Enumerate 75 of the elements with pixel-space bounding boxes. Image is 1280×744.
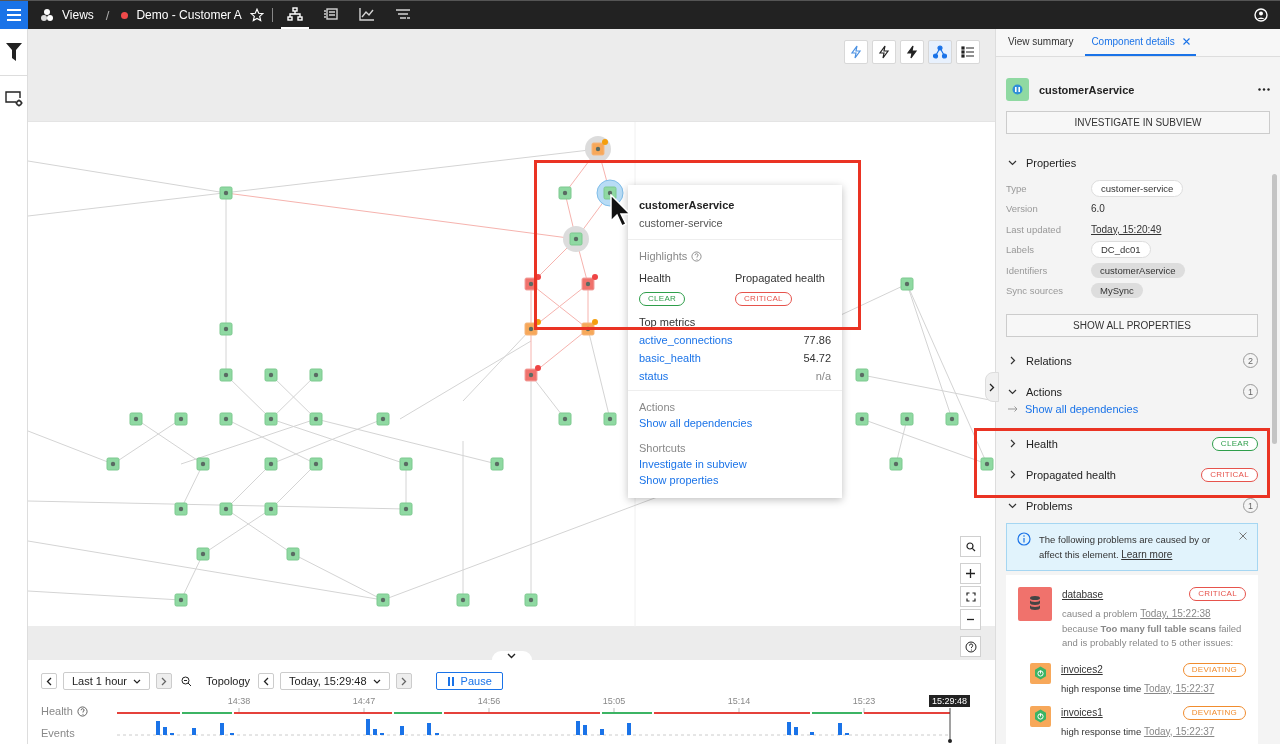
pause-button[interactable]: Pause	[435, 672, 503, 690]
info-text: The following problems are caused by or affect this element. Learn more	[1039, 533, 1212, 562]
time-axis-label: 15:14	[726, 696, 752, 706]
section-title: Properties	[1026, 156, 1077, 169]
property-label: Type	[1006, 182, 1028, 194]
health-status-badge: CRITICAL	[735, 292, 792, 306]
problem-time-link[interactable]: Today, 15:22:38	[1140, 608, 1211, 619]
metric-value: n/a	[815, 370, 831, 382]
property-label: Sync sources	[1006, 285, 1065, 297]
health-track-label: Health	[41, 705, 73, 717]
section-title: Problems	[1026, 499, 1073, 512]
component-name: customerAservice	[1039, 83, 1136, 96]
problem-description: caused a problem Today, 15:22:38 because Too many full table scans failed and is probably related to 5 other issues:	[1062, 607, 1243, 650]
metric-link[interactable]: basic_health	[639, 352, 701, 364]
health-label: Health	[639, 272, 671, 284]
section-title: Relations	[1026, 354, 1072, 367]
tooltip-component-type: customer-service	[639, 217, 724, 229]
breadcrumb-separator: /	[105, 7, 110, 23]
views-link[interactable]: Views	[62, 8, 94, 22]
property-label: Last updated	[1006, 223, 1062, 235]
related-time-link[interactable]: Today, 15:22:37	[1143, 682, 1215, 694]
property-chip: DC_dc01	[1091, 241, 1151, 259]
related-status-badge: DEVIATING	[1182, 705, 1246, 720]
problem-component-link[interactable]: database	[1062, 588, 1104, 600]
health-label: Propagated health	[735, 272, 825, 284]
panel-tab[interactable]: View summary	[1002, 29, 1080, 56]
property-link[interactable]: Today, 15:20:49	[1091, 223, 1162, 235]
time-dropdown[interactable]: Today, 15:29:48	[280, 672, 390, 690]
property-tag: MySync	[1091, 283, 1143, 299]
action-link[interactable]: Show all dependencies	[639, 417, 831, 429]
related-component-link[interactable]: invoices2	[1061, 664, 1103, 675]
time-axis-label: 14:47	[351, 696, 377, 706]
learn-more-link[interactable]: Learn more	[1121, 549, 1173, 560]
health-status-badge: CRITICAL	[1201, 467, 1258, 482]
related-status-badge: DEVIATING	[1182, 662, 1246, 677]
time-axis-label: 15:05	[601, 696, 627, 706]
highlights-label: Highlights	[639, 250, 688, 262]
section-title: Actions	[1026, 385, 1063, 398]
investigate-button[interactable]: INVESTIGATE IN SUBVIEW	[1006, 111, 1270, 134]
top-metrics-label: Top metrics	[639, 316, 697, 328]
property-label: Version	[1006, 203, 1039, 215]
property-value: 6.0	[1091, 203, 1105, 215]
mode-label: Topology	[206, 675, 251, 687]
property-label: Identifiers	[1006, 264, 1049, 276]
actions-label: Actions	[639, 401, 677, 413]
shortcuts-label: Shortcuts	[639, 442, 687, 454]
time-range-dropdown[interactable]: Last 1 hour	[63, 672, 151, 690]
problem-status-badge: CRITICAL	[1189, 587, 1246, 601]
health-status-badge: CLEAR	[1211, 436, 1258, 451]
metric-value: 77.86	[803, 334, 831, 346]
tooltip-component-name: customerAservice	[639, 199, 736, 211]
time-axis-label: 14:38	[226, 696, 252, 706]
show-dependencies-link[interactable]: Show all dependencies	[1025, 403, 1139, 415]
related-component-link[interactable]: invoices1	[1061, 707, 1103, 718]
shortcut-link[interactable]: Show properties	[639, 474, 831, 486]
current-time-marker: 15:29:48	[929, 695, 971, 707]
metric-link[interactable]: status	[639, 370, 669, 382]
section-title: Health	[1026, 437, 1058, 450]
health-status-badge: CLEAR	[639, 292, 686, 306]
related-time-link[interactable]: Today, 15:22:37	[1143, 725, 1215, 737]
related-problem-text: high response time	[1061, 682, 1142, 694]
related-problem-text: high response time	[1061, 725, 1142, 737]
property-tag: customerAservice	[1091, 262, 1185, 278]
shortcut-link[interactable]: Investigate in subview	[639, 458, 831, 470]
metric-link[interactable]: active_connections	[639, 334, 733, 346]
metric-value: 54.72	[803, 352, 831, 364]
time-axis-label: 15:23	[851, 696, 877, 706]
property-label: Labels	[1006, 244, 1035, 256]
view-title: Demo - Customer A	[136, 8, 242, 22]
panel-tab[interactable]: Component details	[1085, 29, 1196, 56]
property-chip: customer-service	[1091, 179, 1184, 197]
section-title: Propagated health	[1026, 468, 1116, 481]
show-all-properties-button[interactable]: SHOW ALL PROPERTIES	[1006, 314, 1258, 337]
events-track-label: Events	[41, 727, 76, 739]
time-axis-label: 14:56	[476, 696, 502, 706]
